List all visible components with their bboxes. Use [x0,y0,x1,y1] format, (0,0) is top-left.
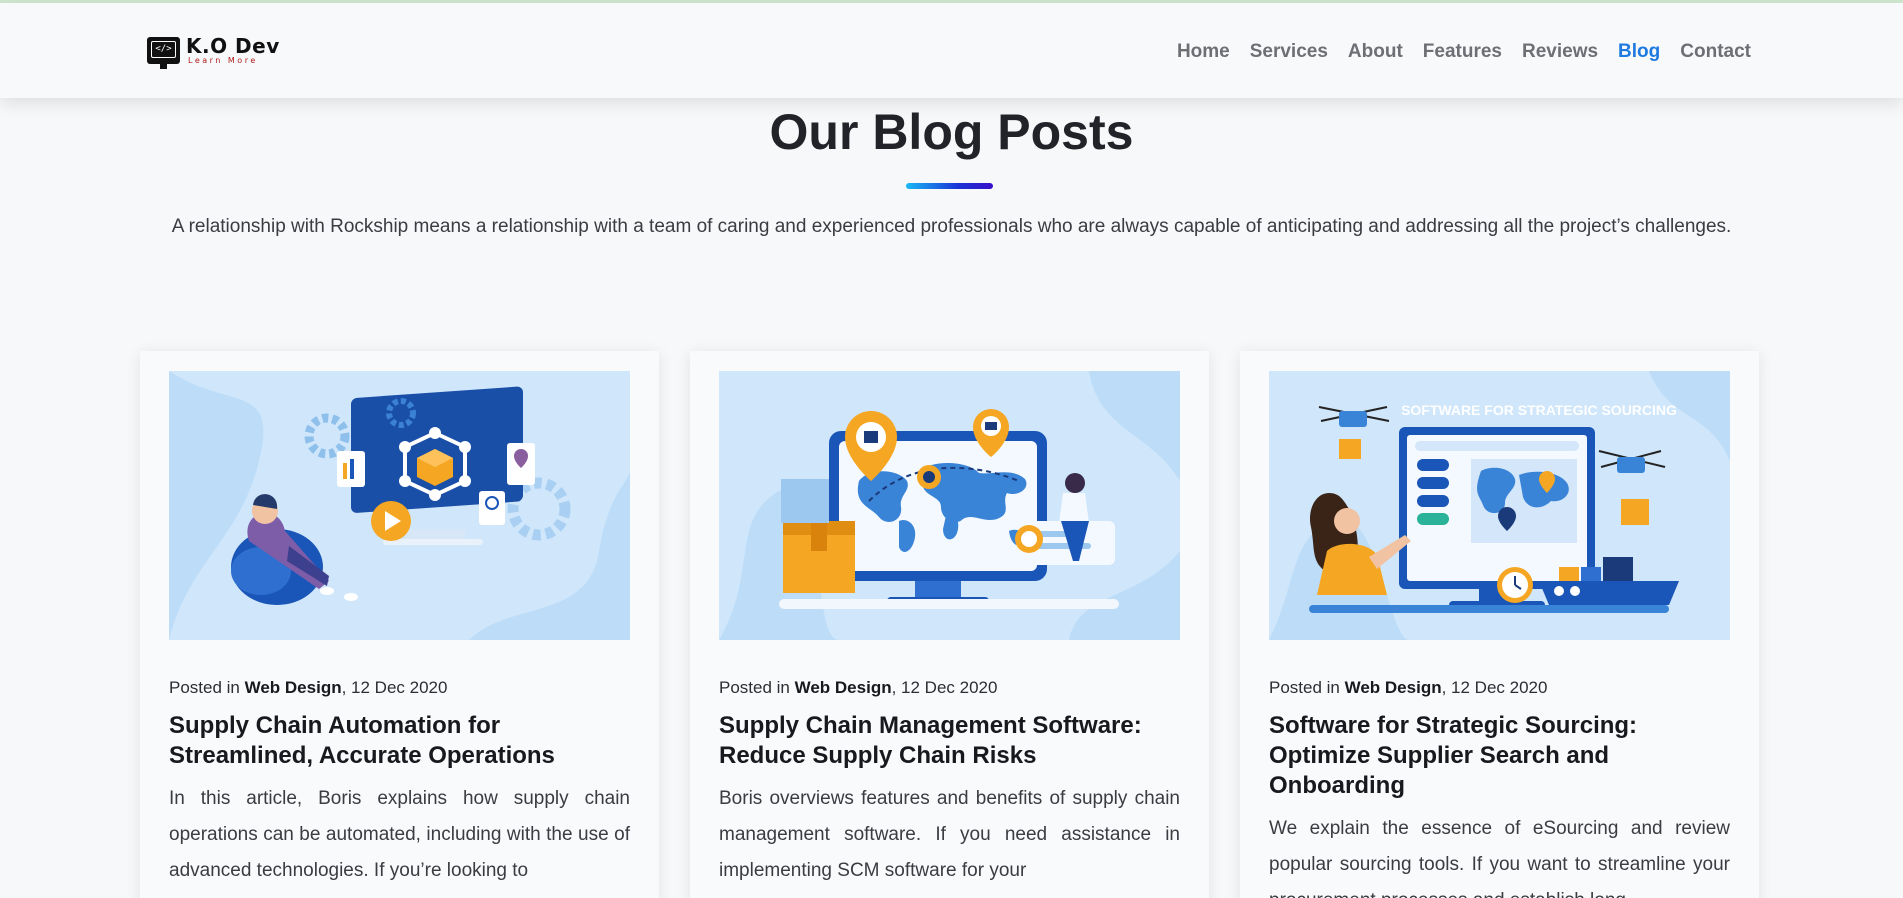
logo-name: K.O Dev [186,34,280,58]
title-underline [906,183,993,189]
section-description: A relationship with Rockship means a rel… [171,216,1732,237]
posted-in-label: Posted in [169,678,245,697]
post-category[interactable]: Web Design [1345,678,1442,697]
post-date: , 12 Dec 2020 [1441,678,1548,697]
post-title[interactable]: Supply Chain Automation for Streamlined,… [169,711,630,771]
post-category[interactable]: Web Design [245,678,342,697]
post-category[interactable]: Web Design [795,678,892,697]
nav-home[interactable]: Home [1177,41,1230,63]
blog-card[interactable]: SOFTWARE FOR STRATEGIC SOURCING Posted i… [1240,351,1759,898]
post-excerpt: We explain the essence of eSourcing and … [1269,818,1730,898]
post-excerpt: In this article, Boris explains how supp… [169,788,630,881]
nav-services[interactable]: Services [1250,41,1328,63]
nav-about[interactable]: About [1348,41,1403,63]
posted-in-label: Posted in [719,678,795,697]
post-meta: Posted in Web Design, 12 Dec 2020 [719,678,997,698]
post-meta: Posted in Web Design, 12 Dec 2020 [1269,678,1547,698]
main-nav: Home Services About Features Reviews Blo… [1157,41,1751,63]
post-date: , 12 Dec 2020 [341,678,448,697]
nav-blog[interactable]: Blog [1618,41,1660,63]
illustration-caption: SOFTWARE FOR STRATEGIC SOURCING [1401,402,1677,418]
blog-card[interactable]: Posted in Web Design, 12 Dec 2020 Supply… [690,351,1209,898]
nav-contact[interactable]: Contact [1680,41,1751,63]
nav-features[interactable]: Features [1423,41,1502,63]
section-title: Our Blog Posts [769,104,1134,160]
monitor-code-icon: </> [147,37,180,69]
sourcing-illustration-icon[interactable]: SOFTWARE FOR STRATEGIC SOURCING [1269,371,1730,640]
post-meta: Posted in Web Design, 12 Dec 2020 [169,678,447,698]
nav-reviews[interactable]: Reviews [1522,41,1598,63]
automation-illustration-icon[interactable] [169,371,630,640]
logo-tagline: Learn More [188,56,258,65]
post-title[interactable]: Supply Chain Management Software: Reduce… [719,711,1180,771]
posted-in-label: Posted in [1269,678,1345,697]
post-title[interactable]: Software for Strategic Sourcing: Optimiz… [1269,711,1730,801]
world-map-illustration-icon[interactable] [719,371,1180,640]
blog-card[interactable]: Posted in Web Design, 12 Dec 2020 Supply… [140,351,659,898]
site-logo[interactable]: </> K.O Dev Learn More [147,34,280,69]
site-header: </> K.O Dev Learn More Home Services Abo… [0,3,1903,98]
post-date: , 12 Dec 2020 [891,678,998,697]
post-excerpt: Boris overviews features and benefits of… [719,788,1180,881]
